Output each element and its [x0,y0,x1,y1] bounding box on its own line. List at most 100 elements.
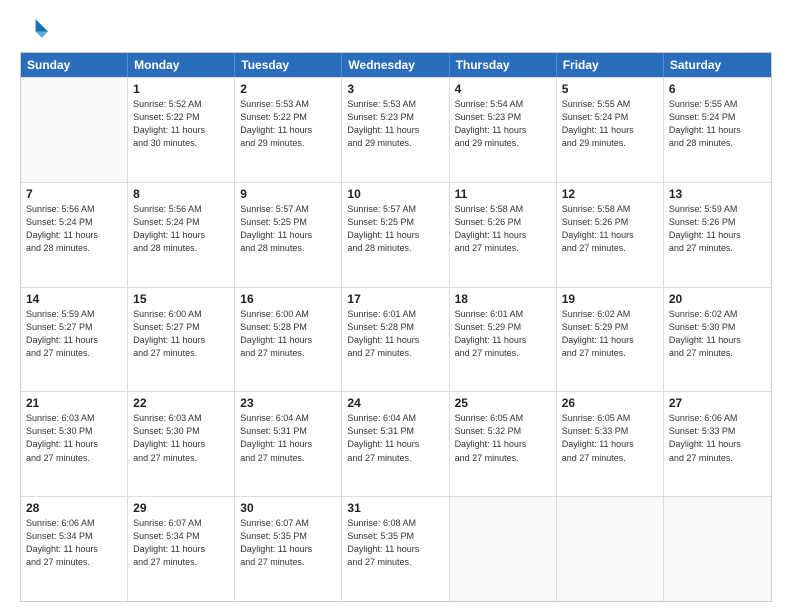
calendar-cell: 2 Sunrise: 5:53 AM Sunset: 5:22 PM Daylig… [235,78,342,182]
calendar-cell: 9 Sunrise: 5:57 AM Sunset: 5:25 PM Daylig… [235,183,342,287]
day-number: 1 [133,82,229,96]
calendar-header-row: SundayMondayTuesdayWednesdayThursdayFrid… [21,53,771,77]
calendar-cell: 19 Sunrise: 6:02 AM Sunset: 5:29 PM Dayli… [557,288,664,392]
calendar-week: 28 Sunrise: 6:06 AM Sunset: 5:34 PM Dayli… [21,496,771,601]
day-number: 6 [669,82,766,96]
calendar-body: 1 Sunrise: 5:52 AM Sunset: 5:22 PM Daylig… [21,77,771,601]
calendar-cell: 18 Sunrise: 6:01 AM Sunset: 5:29 PM Dayli… [450,288,557,392]
calendar-cell: 29 Sunrise: 6:07 AM Sunset: 5:34 PM Dayli… [128,497,235,601]
day-info: Sunrise: 5:59 AM Sunset: 5:27 PM Dayligh… [26,308,122,360]
day-number: 18 [455,292,551,306]
day-number: 7 [26,187,122,201]
calendar-cell: 10Sunrise: 5:57 AM Sunset: 5:25 PM Dayli… [342,183,449,287]
day-number: 13 [669,187,766,201]
day-number: 19 [562,292,658,306]
calendar-cell [664,497,771,601]
calendar-week: 7 Sunrise: 5:56 AM Sunset: 5:24 PM Daylig… [21,182,771,287]
page: SundayMondayTuesdayWednesdayThursdayFrid… [0,0,792,612]
day-info: Sunrise: 5:55 AM Sunset: 5:24 PM Dayligh… [669,98,766,150]
day-info: Sunrise: 6:03 AM Sunset: 5:30 PM Dayligh… [26,412,122,464]
calendar-cell: 1 Sunrise: 5:52 AM Sunset: 5:22 PM Daylig… [128,78,235,182]
day-number: 14 [26,292,122,306]
day-info: Sunrise: 5:53 AM Sunset: 5:22 PM Dayligh… [240,98,336,150]
day-number: 20 [669,292,766,306]
day-number: 23 [240,396,336,410]
day-info: Sunrise: 6:04 AM Sunset: 5:31 PM Dayligh… [347,412,443,464]
day-info: Sunrise: 5:57 AM Sunset: 5:25 PM Dayligh… [240,203,336,255]
calendar-cell: 5 Sunrise: 5:55 AM Sunset: 5:24 PM Daylig… [557,78,664,182]
calendar-cell: 4Sunrise: 5:54 AM Sunset: 5:23 PM Daylig… [450,78,557,182]
calendar-cell: 13Sunrise: 5:59 AM Sunset: 5:26 PM Dayli… [664,183,771,287]
calendar-cell: 3Sunrise: 5:53 AM Sunset: 5:23 PM Daylig… [342,78,449,182]
day-info: Sunrise: 6:07 AM Sunset: 5:34 PM Dayligh… [133,517,229,569]
day-info: Sunrise: 6:00 AM Sunset: 5:27 PM Dayligh… [133,308,229,360]
day-info: Sunrise: 6:01 AM Sunset: 5:29 PM Dayligh… [455,308,551,360]
calendar-week: 1 Sunrise: 5:52 AM Sunset: 5:22 PM Daylig… [21,77,771,182]
day-number: 15 [133,292,229,306]
day-number: 12 [562,187,658,201]
day-info: Sunrise: 5:56 AM Sunset: 5:24 PM Dayligh… [26,203,122,255]
day-info: Sunrise: 5:52 AM Sunset: 5:22 PM Dayligh… [133,98,229,150]
day-number: 29 [133,501,229,515]
calendar: SundayMondayTuesdayWednesdayThursdayFrid… [20,52,772,602]
day-number: 28 [26,501,122,515]
calendar-cell: 21Sunrise: 6:03 AM Sunset: 5:30 PM Dayli… [21,392,128,496]
day-info: Sunrise: 5:58 AM Sunset: 5:26 PM Dayligh… [562,203,658,255]
calendar-cell [450,497,557,601]
day-number: 11 [455,187,551,201]
day-number: 17 [347,292,443,306]
calendar-cell: 14 Sunrise: 5:59 AM Sunset: 5:27 PM Dayli… [21,288,128,392]
day-number: 9 [240,187,336,201]
calendar-header-cell: Monday [128,53,235,77]
header [20,16,772,44]
calendar-header-cell: Thursday [450,53,557,77]
calendar-header-cell: Wednesday [342,53,449,77]
calendar-header-cell: Friday [557,53,664,77]
day-number: 22 [133,396,229,410]
calendar-cell: 25 Sunrise: 6:05 AM Sunset: 5:32 PM Dayli… [450,392,557,496]
day-number: 31 [347,501,443,515]
calendar-cell: 17 Sunrise: 6:01 AM Sunset: 5:28 PM Dayli… [342,288,449,392]
calendar-cell [21,78,128,182]
calendar-cell: 20Sunrise: 6:02 AM Sunset: 5:30 PM Dayli… [664,288,771,392]
calendar-cell: 30Sunrise: 6:07 AM Sunset: 5:35 PM Dayli… [235,497,342,601]
day-number: 8 [133,187,229,201]
day-number: 27 [669,396,766,410]
day-number: 25 [455,396,551,410]
calendar-header-cell: Sunday [21,53,128,77]
day-number: 16 [240,292,336,306]
day-number: 3 [347,82,443,96]
day-number: 26 [562,396,658,410]
calendar-cell: 6 Sunrise: 5:55 AM Sunset: 5:24 PM Daylig… [664,78,771,182]
day-number: 10 [347,187,443,201]
day-info: Sunrise: 6:08 AM Sunset: 5:35 PM Dayligh… [347,517,443,569]
day-info: Sunrise: 6:05 AM Sunset: 5:32 PM Dayligh… [455,412,551,464]
calendar-cell: 12 Sunrise: 5:58 AM Sunset: 5:26 PM Dayli… [557,183,664,287]
day-info: Sunrise: 6:04 AM Sunset: 5:31 PM Dayligh… [240,412,336,464]
calendar-cell: 22 Sunrise: 6:03 AM Sunset: 5:30 PM Dayli… [128,392,235,496]
day-info: Sunrise: 6:06 AM Sunset: 5:34 PM Dayligh… [26,517,122,569]
day-info: Sunrise: 6:00 AM Sunset: 5:28 PM Dayligh… [240,308,336,360]
calendar-cell: 28 Sunrise: 6:06 AM Sunset: 5:34 PM Dayli… [21,497,128,601]
day-info: Sunrise: 5:58 AM Sunset: 5:26 PM Dayligh… [455,203,551,255]
day-info: Sunrise: 5:54 AM Sunset: 5:23 PM Dayligh… [455,98,551,150]
day-number: 5 [562,82,658,96]
day-info: Sunrise: 6:03 AM Sunset: 5:30 PM Dayligh… [133,412,229,464]
day-number: 24 [347,396,443,410]
calendar-cell: 8Sunrise: 5:56 AM Sunset: 5:24 PM Daylig… [128,183,235,287]
logo [20,16,52,44]
day-info: Sunrise: 6:02 AM Sunset: 5:29 PM Dayligh… [562,308,658,360]
calendar-cell: 15 Sunrise: 6:00 AM Sunset: 5:27 PM Dayli… [128,288,235,392]
day-info: Sunrise: 5:55 AM Sunset: 5:24 PM Dayligh… [562,98,658,150]
day-number: 30 [240,501,336,515]
calendar-cell: 7 Sunrise: 5:56 AM Sunset: 5:24 PM Daylig… [21,183,128,287]
calendar-header-cell: Tuesday [235,53,342,77]
calendar-cell: 31 Sunrise: 6:08 AM Sunset: 5:35 PM Dayli… [342,497,449,601]
calendar-week: 21Sunrise: 6:03 AM Sunset: 5:30 PM Dayli… [21,391,771,496]
calendar-cell [557,497,664,601]
calendar-header-cell: Saturday [664,53,771,77]
day-number: 2 [240,82,336,96]
calendar-cell: 26Sunrise: 6:05 AM Sunset: 5:33 PM Dayli… [557,392,664,496]
day-info: Sunrise: 6:06 AM Sunset: 5:33 PM Dayligh… [669,412,766,464]
day-info: Sunrise: 6:01 AM Sunset: 5:28 PM Dayligh… [347,308,443,360]
